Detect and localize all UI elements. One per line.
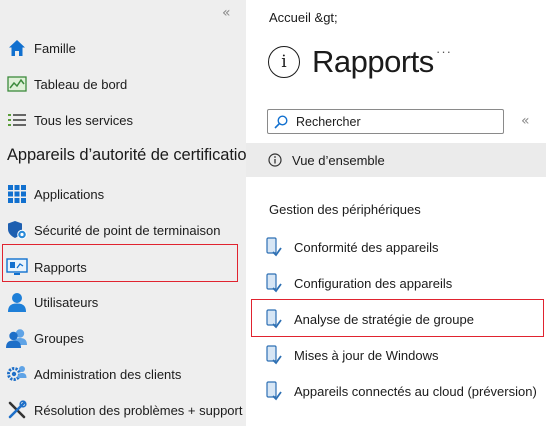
sidebar-item-tous-les-services[interactable]: Tous les services xyxy=(0,105,246,135)
search-placeholder: Rechercher xyxy=(296,114,361,129)
sidebar-item-tableau-de-bord[interactable]: Tableau de bord xyxy=(0,69,246,99)
sidebar-item-label: Famille xyxy=(34,40,76,56)
sidebar-section-header: Appareils d’autorité de certification xyxy=(7,146,256,164)
device-check-icon xyxy=(264,308,284,330)
sidebar-item-label: Groupes xyxy=(34,330,84,346)
sidebar-item-label: Administration des clients xyxy=(34,366,182,382)
user-icon xyxy=(6,292,28,312)
device-check-icon xyxy=(264,236,284,258)
menu-item-conformite[interactable]: Conformité des appareils xyxy=(264,232,546,262)
page-title: Rapports xyxy=(312,44,434,79)
info-icon xyxy=(268,153,282,167)
sidebar-item-label: Sécurité de point de terminaison xyxy=(34,222,221,238)
sidebar-item-applications[interactable]: Applications xyxy=(0,179,246,209)
sidebar: « Famille Tableau de bord Tous les servi… xyxy=(0,0,256,426)
menu-item-analyse-strategie[interactable]: Analyse de stratégie de groupe xyxy=(264,304,546,334)
shield-icon xyxy=(6,220,28,240)
menu-item-label: Conformité des appareils xyxy=(294,239,439,255)
search-input[interactable]: Rechercher xyxy=(267,109,504,134)
device-check-icon xyxy=(264,380,284,402)
group-icon xyxy=(6,328,28,348)
menu-item-appareils-cloud[interactable]: Appareils connectés au cloud (préversion… xyxy=(264,376,546,406)
menu-collapse-button[interactable]: « xyxy=(521,113,530,129)
device-check-icon xyxy=(264,272,284,294)
main-panel: Accueil &gt; i Rapports ··· Rechercher «… xyxy=(246,0,550,426)
menu-item-label: Mises à jour de Windows xyxy=(294,347,439,363)
more-options-button[interactable]: ··· xyxy=(436,44,452,59)
sidebar-collapse-button[interactable]: « xyxy=(222,5,231,21)
device-check-icon xyxy=(264,344,284,366)
menu-item-configuration[interactable]: Configuration des appareils xyxy=(264,268,546,298)
gear-people-icon xyxy=(6,364,28,384)
sidebar-item-groupes[interactable]: Groupes xyxy=(0,323,246,353)
home-icon xyxy=(6,38,28,58)
wrench-icon xyxy=(6,400,28,420)
sidebar-item-resolution-problemes[interactable]: Résolution des problèmes + support xyxy=(0,395,246,425)
page-header: i Rapports xyxy=(268,44,434,80)
sidebar-item-label: Applications xyxy=(34,186,105,202)
menu-item-label: Analyse de stratégie de groupe xyxy=(294,311,474,327)
sidebar-item-famille[interactable]: Famille xyxy=(0,33,246,63)
menu-item-mises-a-jour[interactable]: Mises à jour de Windows xyxy=(264,340,546,370)
sidebar-item-label: Tous les services xyxy=(34,112,133,128)
list-icon xyxy=(6,110,28,130)
sidebar-item-label: Résolution des problèmes + support xyxy=(34,402,243,418)
group-header: Gestion des périphériques xyxy=(269,202,421,217)
sidebar-item-securite[interactable]: Sécurité de point de terminaison xyxy=(0,215,246,245)
sidebar-item-label: Utilisateurs xyxy=(34,294,99,310)
dashboard-icon xyxy=(6,74,28,94)
sidebar-item-rapports[interactable]: Rapports xyxy=(0,252,246,282)
sidebar-item-administration-clients[interactable]: Administration des clients xyxy=(0,359,246,389)
menu-item-label: Appareils connectés au cloud (préversion… xyxy=(294,383,537,399)
apps-grid-icon xyxy=(6,184,28,204)
menu-item-label: Configuration des appareils xyxy=(294,275,453,291)
reports-monitor-icon xyxy=(6,257,28,277)
sidebar-item-label: Rapports xyxy=(34,259,87,275)
breadcrumb[interactable]: Accueil &gt; xyxy=(269,10,338,25)
menu-item-label: Vue d’ensemble xyxy=(292,152,385,168)
menu-item-overview[interactable]: Vue d’ensemble xyxy=(246,143,546,177)
search-icon xyxy=(274,114,288,129)
info-icon: i xyxy=(268,46,300,78)
sidebar-item-label: Tableau de bord xyxy=(34,76,128,92)
sidebar-item-utilisateurs[interactable]: Utilisateurs xyxy=(0,287,246,317)
